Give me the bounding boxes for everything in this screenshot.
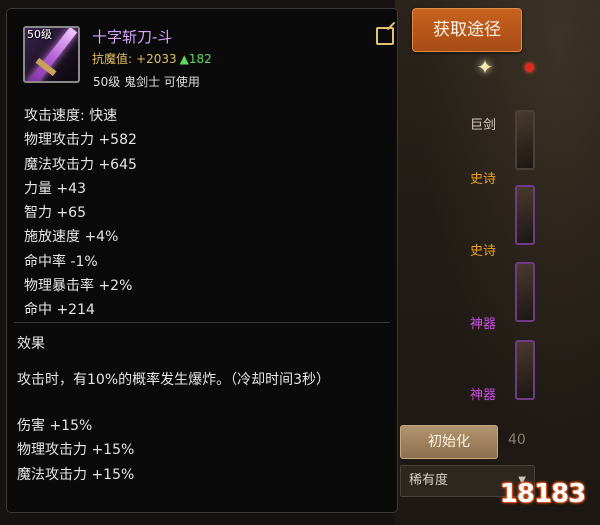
stat-intelligence: 智力 +65 (24, 205, 86, 222)
effect-stat-physical-attack: 物理攻击力 +15% (17, 442, 135, 459)
stat-strength: 力量 +43 (24, 180, 86, 197)
stat-hit-rate: 命中率 -1% (24, 253, 98, 270)
sparkle-icon: ✦ (476, 55, 494, 79)
stat-magic-attack: 魔法攻击力 +645 (24, 156, 137, 173)
effect-stat-list: 伤害 +15% 物理攻击力 +15% 魔法攻击力 +15% (17, 414, 134, 487)
resist-value-row: 抗魔值: +2033 ▲182 (92, 50, 212, 67)
item-level-badge: 50级 (27, 28, 52, 41)
stat-attack-speed: 攻击速度: 快速 (24, 108, 118, 124)
stat-physical-attack: 物理攻击力 +582 (24, 132, 137, 149)
bg-row-rarity-epic: 史诗 (469, 244, 496, 259)
divider (14, 322, 390, 323)
bg-row-rarity-artifact: 神器 (469, 317, 496, 332)
site-watermark: 18183 (499, 479, 586, 509)
resist-delta: 182 (188, 52, 212, 66)
acquire-route-button[interactable]: 获取途径 (412, 8, 522, 52)
resist-value: +2033 (136, 52, 177, 66)
bg-item-thumbnail[interactable] (515, 185, 535, 245)
bg-row-rarity-artifact: 神器 (469, 388, 496, 403)
resist-label: 抗魔值: (92, 52, 133, 66)
stat-list: 攻击速度: 快速 物理攻击力 +582 魔法攻击力 +645 力量 +43 智力… (24, 104, 137, 323)
effect-title: 效果 (17, 336, 45, 352)
bg-row-category: 巨剑 (469, 118, 496, 133)
stat-cast-speed: 施放速度 +4% (24, 229, 119, 246)
bg-item-thumbnail[interactable] (515, 340, 535, 400)
initialize-button[interactable]: 初始化 (400, 425, 498, 459)
stat-hit: 命中 +214 (24, 302, 95, 319)
effect-stat-damage: 伤害 +15% (17, 418, 93, 434)
up-arrow-icon: ▲ (179, 52, 189, 66)
item-name: 十字斩刀-斗 (92, 28, 173, 46)
share-icon[interactable] (376, 27, 394, 45)
effect-description: 攻击时，有10%的概率发生爆炸。（冷却时间3秒） (17, 372, 331, 388)
stat-physical-crit: 物理暴击率 +2% (24, 278, 133, 295)
effect-stat-magic-attack: 魔法攻击力 +15% (17, 466, 135, 483)
bg-number: 40 (508, 432, 526, 448)
bg-item-thumbnail[interactable] (515, 262, 535, 322)
bg-row-rarity-epic: 史诗 (469, 172, 496, 187)
rarity-sort-label: 稀有度 (409, 473, 449, 488)
notification-dot (525, 63, 534, 72)
item-requirement: 50级 鬼剑士 可使用 (93, 75, 200, 89)
bg-item-thumbnail[interactable] (515, 110, 535, 170)
